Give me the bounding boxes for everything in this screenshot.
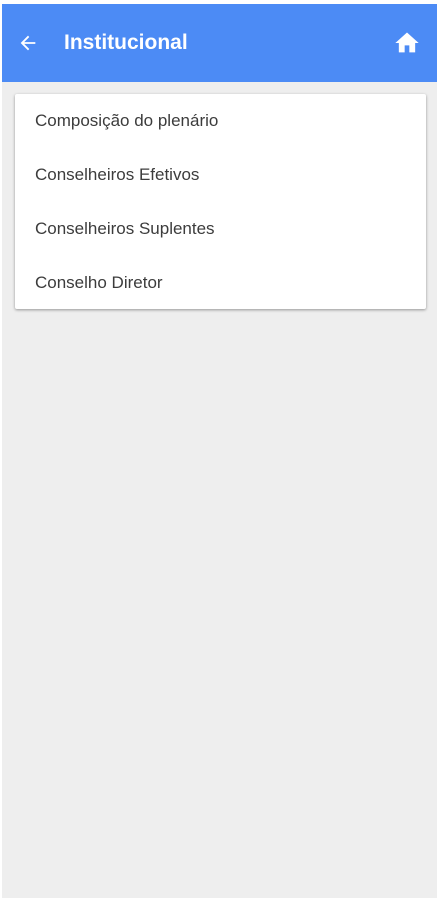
menu-item-conselho-diretor[interactable]: Conselho Diretor [15,256,426,310]
home-button[interactable] [393,29,421,57]
menu-item-conselheiros-suplentes[interactable]: Conselheiros Suplentes [15,202,426,256]
page-title: Institucional [64,31,188,54]
home-icon [395,32,419,53]
app-screen: Institucional Composição do plenário Con… [2,4,437,898]
menu-item-composicao-plenario[interactable]: Composição do plenário [15,94,426,148]
back-button[interactable] [16,31,40,55]
institutional-menu: Composição do plenário Conselheiros Efet… [15,94,426,309]
menu-item-conselheiros-efetivos[interactable]: Conselheiros Efetivos [15,148,426,202]
app-bar: Institucional [2,4,437,82]
arrow-left-icon [20,35,36,51]
